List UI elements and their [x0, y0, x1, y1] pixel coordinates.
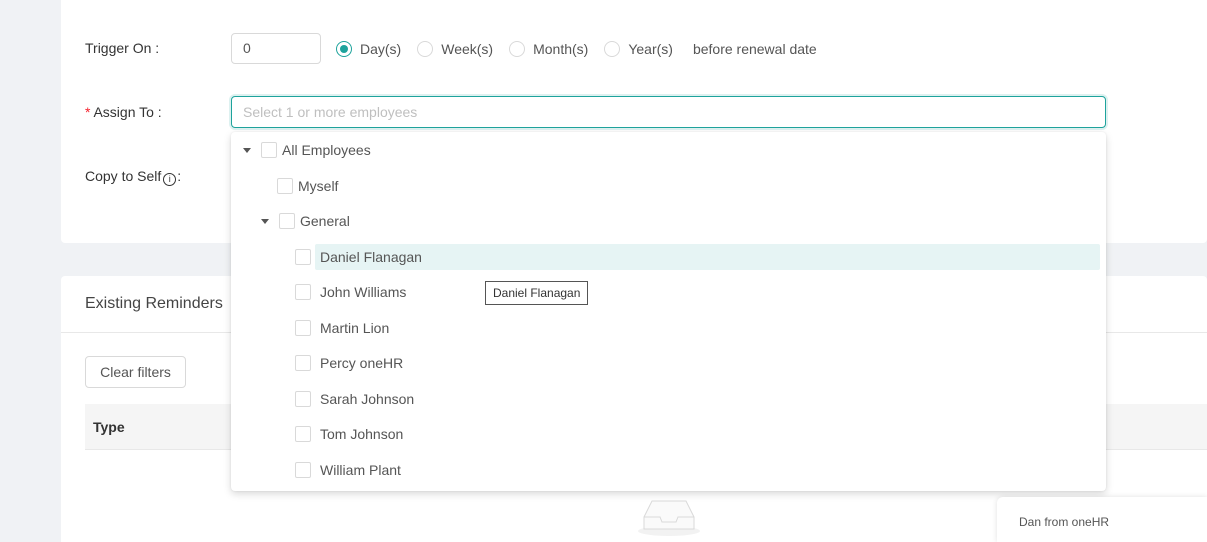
- tree-node-general[interactable]: General: [261, 208, 355, 234]
- copy-to-self-label: Copy to Self i:: [85, 168, 181, 186]
- required-mark: *: [85, 104, 91, 120]
- chat-widget[interactable]: Dan from oneHR: [997, 497, 1207, 542]
- checkbox[interactable]: [279, 213, 295, 229]
- checkbox[interactable]: [295, 355, 311, 371]
- trigger-on-label: Trigger On :: [85, 40, 160, 56]
- tree-node-employee[interactable]: Percy oneHR: [295, 350, 408, 376]
- tree-node-label: Tom Johnson: [320, 426, 404, 442]
- checkbox[interactable]: [295, 320, 311, 336]
- assign-to-text: Assign To :: [93, 104, 162, 120]
- tree-node-employee[interactable]: Sarah Johnson: [295, 386, 419, 412]
- existing-reminders-title: Existing Reminders: [85, 295, 223, 312]
- tree-node-employee[interactable]: Tom Johnson: [295, 421, 408, 447]
- tree-node-employee[interactable]: Daniel Flanagan: [295, 244, 1100, 270]
- clear-filters-button[interactable]: Clear filters: [85, 356, 186, 388]
- employee-tree-dropdown: All Employees Myself General Daniel Flan…: [231, 132, 1106, 491]
- assign-employee-select[interactable]: Select 1 or more employees: [231, 96, 1106, 128]
- trigger-number-input[interactable]: 0: [231, 33, 321, 64]
- checkbox[interactable]: [295, 426, 311, 442]
- radio-years[interactable]: Year(s): [604, 40, 673, 57]
- tree-node-myself[interactable]: Myself: [277, 173, 343, 199]
- checkbox[interactable]: [277, 178, 293, 194]
- checkbox[interactable]: [295, 391, 311, 407]
- tree-node-all-employees[interactable]: All Employees: [243, 137, 376, 163]
- empty-inbox-icon: [638, 500, 700, 536]
- caret-down-icon[interactable]: [243, 147, 251, 153]
- checkbox[interactable]: [295, 462, 311, 478]
- chat-widget-text: Dan from oneHR: [1019, 515, 1110, 529]
- tree-node-label: John Williams: [320, 284, 407, 300]
- tree-node-label: William Plant: [320, 462, 401, 478]
- info-icon[interactable]: i: [163, 173, 177, 186]
- tree-node-employee[interactable]: John Williams: [295, 279, 411, 305]
- radio-months-label: Month(s): [533, 40, 589, 57]
- tree-node-label: Martin Lion: [320, 320, 390, 336]
- radio-days[interactable]: Day(s): [336, 40, 402, 57]
- radio-days-label: Day(s): [360, 40, 402, 57]
- checkbox[interactable]: [261, 142, 277, 158]
- checkbox[interactable]: [295, 249, 311, 265]
- tree-node-label: All Employees: [282, 142, 371, 158]
- copy-colon: :: [177, 168, 182, 184]
- assign-to-label: * Assign To :: [85, 104, 162, 120]
- tree-node-label: General: [300, 213, 350, 229]
- tree-node-employee[interactable]: William Plant: [295, 457, 406, 483]
- checkbox[interactable]: [295, 284, 311, 300]
- tree-node-employee[interactable]: Martin Lion: [295, 315, 394, 341]
- tree-node-label: Sarah Johnson: [320, 391, 415, 407]
- caret-down-icon[interactable]: [261, 218, 269, 224]
- radio-years-label: Year(s): [628, 40, 673, 57]
- radio-checked-icon: [336, 40, 352, 57]
- unit-radio-group: Day(s) Week(s) Month(s) Year(s) before r…: [336, 40, 817, 57]
- tree-node-label: Myself: [298, 178, 339, 194]
- radio-months[interactable]: Month(s): [509, 40, 589, 57]
- renewal-suffix-text: before renewal date: [692, 40, 817, 57]
- copy-to-self-text: Copy to Self: [85, 168, 162, 184]
- radio-unchecked-icon: [509, 40, 526, 57]
- tree-node-label: Percy oneHR: [320, 355, 404, 371]
- radio-weeks-label: Week(s): [441, 40, 494, 57]
- tree-node-label: Daniel Flanagan: [315, 244, 1100, 270]
- column-header-type[interactable]: Type: [93, 419, 125, 435]
- radio-weeks[interactable]: Week(s): [417, 40, 494, 57]
- radio-unchecked-icon: [417, 40, 434, 57]
- tooltip: Daniel Flanagan: [485, 281, 589, 305]
- radio-unchecked-icon: [604, 40, 621, 57]
